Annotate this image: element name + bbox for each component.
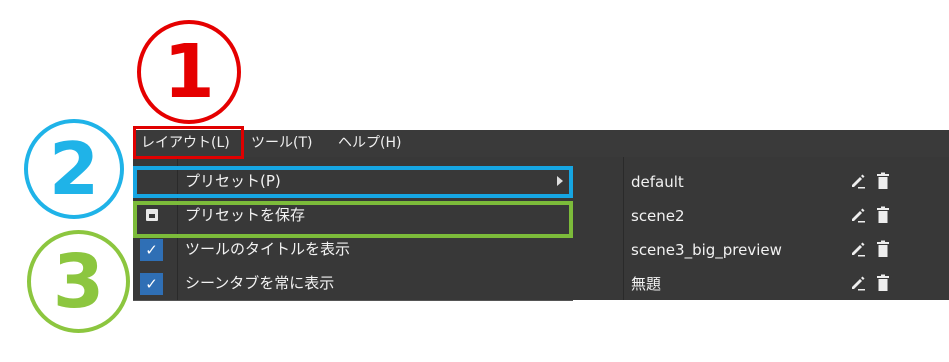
trash-icon[interactable] bbox=[875, 274, 891, 292]
menu-tools[interactable]: ツール(T) bbox=[251, 130, 312, 157]
preset-item-scene2[interactable]: scene2 bbox=[573, 197, 949, 233]
annotation-number-3: 3 bbox=[52, 238, 105, 325]
preset-submenu: default scene2 scene3_big_preview 無題 bbox=[573, 157, 949, 300]
annotation-number-1: 1 bbox=[163, 29, 215, 115]
annotation-number-2: 2 bbox=[48, 127, 100, 211]
highlight-box-preset bbox=[133, 166, 573, 198]
preset-name: scene3_big_preview bbox=[631, 241, 782, 259]
preset-item-default[interactable]: default bbox=[573, 163, 949, 199]
preset-name: scene2 bbox=[631, 207, 685, 225]
menu-item-label: シーンタブを常に表示 bbox=[185, 274, 335, 292]
edit-icon[interactable] bbox=[849, 240, 867, 258]
edit-icon[interactable] bbox=[849, 274, 867, 292]
preset-name: default bbox=[631, 173, 684, 191]
annotation-circle-1: 1 bbox=[137, 20, 241, 124]
edit-icon[interactable] bbox=[849, 206, 867, 224]
highlight-box-layout-menu bbox=[133, 126, 244, 159]
annotation-circle-2: 2 bbox=[24, 119, 124, 219]
checkbox-checked-icon: ✓ bbox=[140, 273, 163, 295]
trash-icon[interactable] bbox=[875, 206, 891, 224]
menu-item-always-show-scene-tabs[interactable]: ✓ シーンタブを常に表示 bbox=[133, 267, 573, 300]
trash-icon[interactable] bbox=[875, 240, 891, 258]
annotation-circle-3: 3 bbox=[27, 230, 130, 333]
trash-icon[interactable] bbox=[875, 172, 891, 190]
menu-bar: レイアウト(L) ツール(T) ヘルプ(H) bbox=[133, 130, 949, 157]
preset-name: 無題 bbox=[631, 275, 662, 293]
checkbox-checked-icon: ✓ bbox=[140, 239, 163, 261]
preset-item-untitled[interactable]: 無題 bbox=[573, 265, 949, 301]
menu-help[interactable]: ヘルプ(H) bbox=[338, 130, 401, 157]
edit-icon[interactable] bbox=[849, 172, 867, 190]
highlight-box-save-preset bbox=[133, 201, 573, 238]
menu-item-label: ツールのタイトルを表示 bbox=[185, 240, 351, 258]
preset-item-scene3-big-preview[interactable]: scene3_big_preview bbox=[573, 231, 949, 267]
